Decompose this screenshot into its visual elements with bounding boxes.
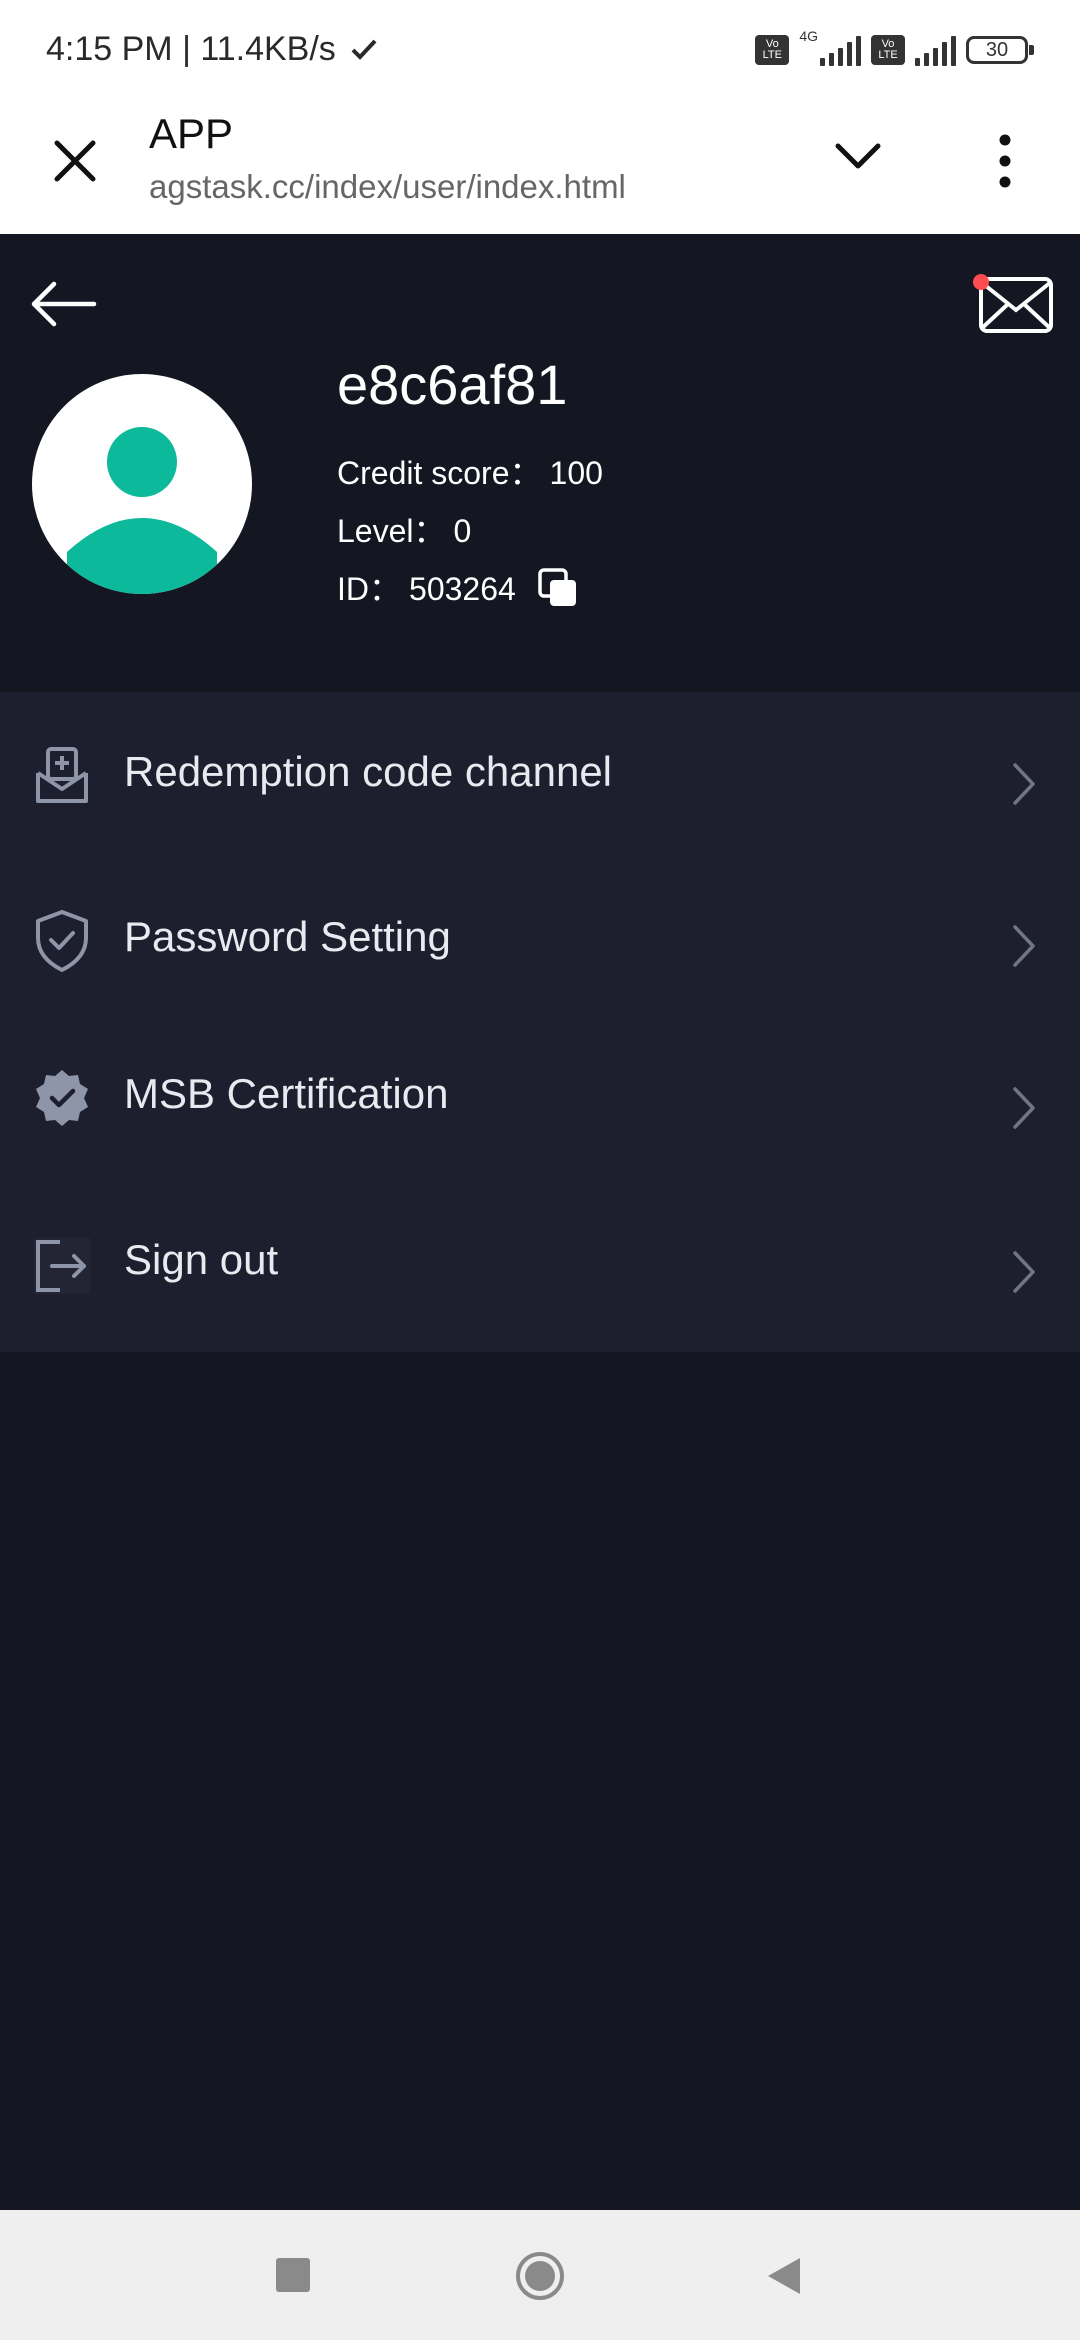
menu-item-label: Password Setting (124, 913, 451, 960)
menu-item-sign-out[interactable]: Sign out (0, 1184, 1080, 1348)
menu-item-password-setting[interactable]: Password Setting (0, 856, 1080, 1020)
credit-score-label: Credit score： (337, 455, 542, 491)
status-time-speed: 4:15 PM | 11.4KB/s (46, 30, 377, 69)
recent-apps-icon[interactable] (276, 2258, 310, 2292)
redeem-box-icon (30, 743, 94, 807)
logout-icon (30, 1234, 94, 1298)
chevron-right-icon (1010, 1084, 1038, 1132)
unread-badge (973, 274, 989, 290)
home-icon[interactable] (514, 2250, 566, 2302)
battery-icon: 30 (966, 36, 1034, 64)
level: Level： 0 (337, 506, 471, 552)
menu-item-msb-certification[interactable]: MSB Certification (0, 1020, 1080, 1184)
credit-score: Credit score： 100 (337, 448, 603, 494)
browser-toolbar: APP agstask.cc/index/user/index.html (0, 98, 1080, 235)
status-indicators: Vo LTE 4G Vo LTE 30 (755, 28, 1034, 70)
volte-badge-2: Vo LTE (871, 35, 905, 65)
username: e8c6af81 (337, 353, 568, 416)
menu-item-redemption-code[interactable]: Redemption code channel (0, 692, 1080, 856)
more-options-icon[interactable] (985, 126, 1025, 196)
system-nav-bar (0, 2210, 1080, 2340)
chevron-down-icon[interactable] (828, 126, 888, 186)
verified-badge-icon (30, 1066, 94, 1130)
close-icon[interactable] (40, 126, 110, 196)
id-value: 503264 (409, 571, 516, 607)
volte-badge-1: Vo LTE (755, 35, 790, 65)
page-url: agstask.cc/index/user/index.html (149, 168, 626, 205)
chevron-right-icon (1010, 760, 1038, 808)
level-value: 0 (453, 513, 472, 549)
menu-item-label: Redemption code channel (124, 748, 613, 795)
credit-score-value: 100 (549, 455, 603, 491)
avatar[interactable] (32, 374, 252, 594)
shield-check-icon (30, 908, 94, 972)
menu-item-label: Sign out (124, 1236, 279, 1283)
chevron-right-icon (1010, 1248, 1038, 1296)
page-title: APP (149, 110, 234, 157)
signal-icon (820, 34, 861, 66)
signal-icon (915, 34, 956, 66)
user-id: ID： 503264 (337, 564, 516, 610)
level-label: Level： (337, 513, 446, 549)
copy-icon[interactable] (536, 566, 580, 610)
network-type: 4G (799, 28, 818, 44)
menu-list: Redemption code channel Password Setting… (0, 692, 1080, 1352)
check-icon (351, 30, 377, 69)
profile-header: e8c6af81 Credit score： 100 Level： 0 ID： 503… (0, 234, 1080, 692)
back-triangle-icon[interactable] (762, 2254, 806, 2298)
status-bar: 4:15 PM | 11.4KB/s Vo LTE 4G Vo LTE 30 (0, 0, 1080, 98)
back-arrow-icon[interactable] (28, 274, 100, 334)
status-time-text: 4:15 PM | 11.4KB/s (46, 30, 336, 68)
menu-item-label: MSB Certification (124, 1070, 449, 1117)
chevron-right-icon (1010, 922, 1038, 970)
id-label: ID： (337, 571, 402, 607)
